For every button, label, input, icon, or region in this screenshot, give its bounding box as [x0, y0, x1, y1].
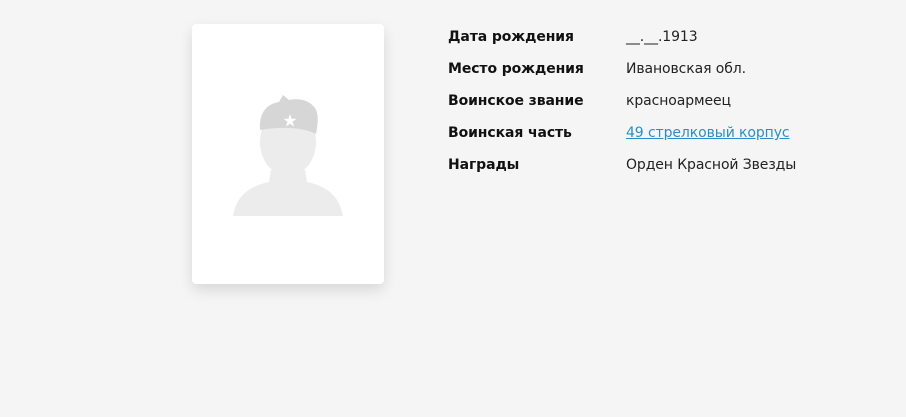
soldier-silhouette-icon — [233, 95, 343, 216]
birth-place-row: Место рождения Ивановская обл. — [448, 58, 796, 90]
person-info: Дата рождения __.__.1913 Место рождения … — [448, 26, 796, 186]
awards-row: Награды Орден Красной Звезды — [448, 154, 796, 186]
military-unit-link[interactable]: 49 стрелковый корпус — [626, 125, 790, 141]
awards-label: Награды — [448, 157, 520, 173]
military-unit-label: Воинская часть — [448, 125, 572, 141]
awards-value: Орден Красной Звезды — [626, 157, 797, 173]
birth-place-value: Ивановская обл. — [626, 61, 746, 77]
birth-date-row: Дата рождения __.__.1913 — [448, 26, 796, 58]
birth-date-label: Дата рождения — [448, 29, 574, 45]
military-rank-label: Воинское звание — [448, 93, 584, 109]
birth-place-label: Место рождения — [448, 61, 584, 77]
military-rank-row: Воинское звание красноармеец — [448, 90, 796, 122]
military-unit-row: Воинская часть 49 стрелковый корпус — [448, 122, 796, 154]
military-rank-value: красноармеец — [626, 93, 731, 109]
birth-date-value: __.__.1913 — [626, 29, 698, 45]
military-unit-value: 49 стрелковый корпус — [626, 122, 790, 144]
